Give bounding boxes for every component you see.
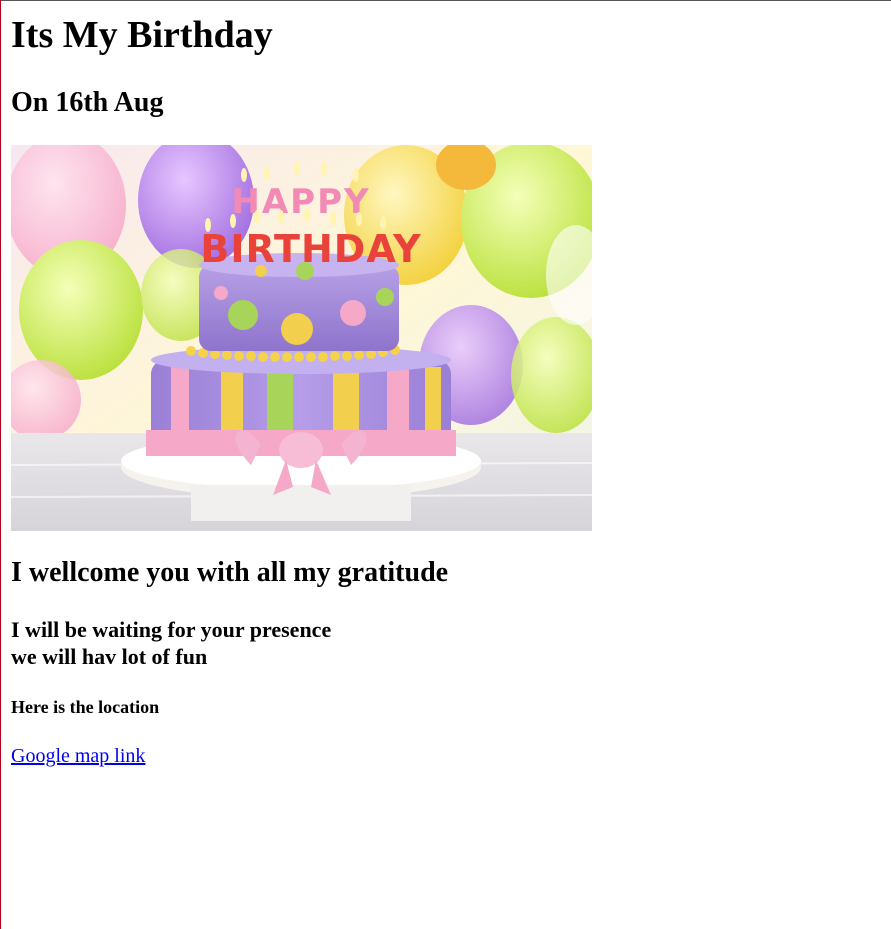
cake-topper-birthday: BIRTHDAY <box>200 227 421 271</box>
invitation-line-1: I will be waiting for your presence <box>11 617 332 642</box>
welcome-heading: I wellcome you with all my gratitude <box>11 557 449 588</box>
cake-topper-happy: HAPPY <box>231 182 370 222</box>
page-content: Its My Birthday On 16th Aug HAPPY BIRTHD… <box>11 0 871 768</box>
invitation-message: I will be waiting for your presence we w… <box>11 616 871 670</box>
invitation-line-2: we will hav lot of fun <box>11 644 208 669</box>
birthday-cake-image: HAPPY BIRTHDAY <box>11 145 592 531</box>
page-title: Its My Birthday <box>11 14 273 56</box>
event-date: On 16th Aug <box>11 87 164 118</box>
location-heading: Here is the location <box>11 697 160 717</box>
window-left-border <box>0 0 1 929</box>
google-map-link[interactable]: Google map link <box>11 744 145 768</box>
